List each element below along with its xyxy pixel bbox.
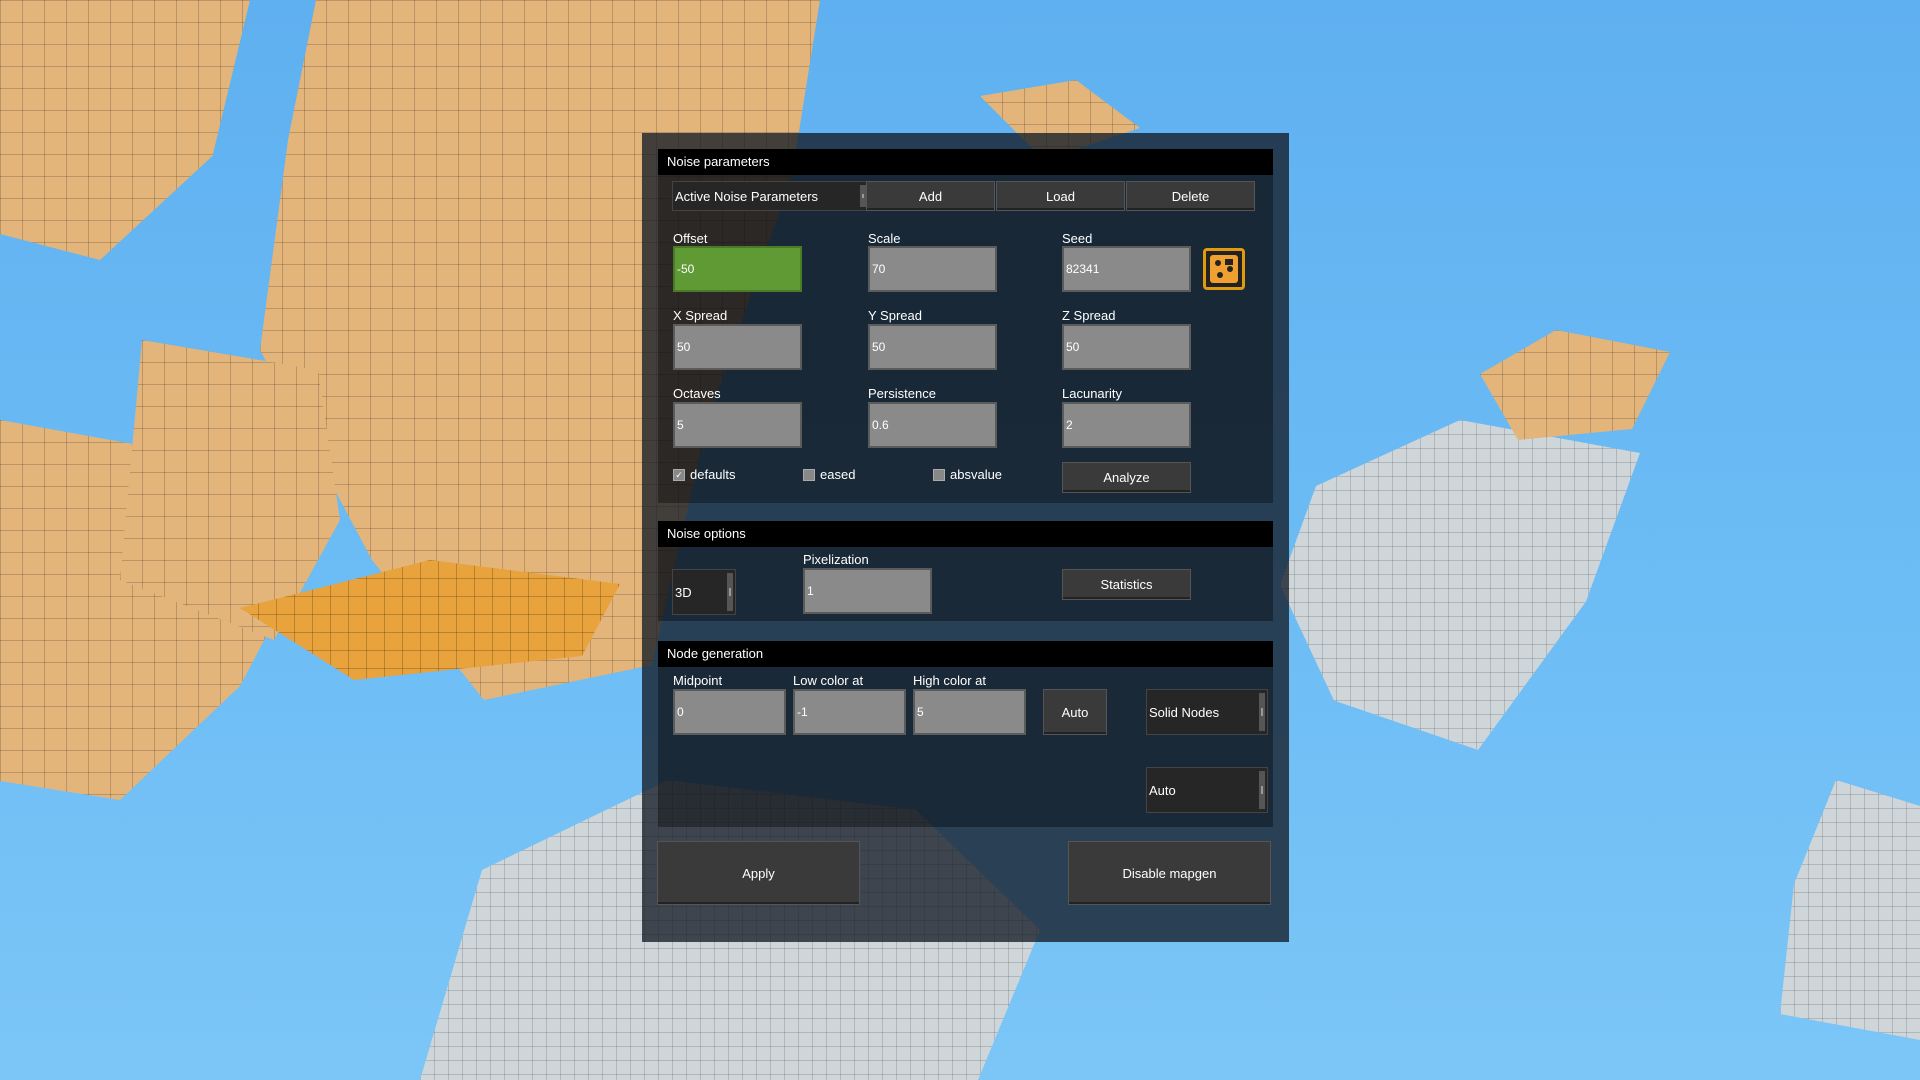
pixelization-label: Pixelization bbox=[803, 552, 869, 567]
low-color-label: Low color at bbox=[793, 673, 864, 688]
disable-mapgen-button[interactable]: Disable mapgen bbox=[1068, 841, 1271, 905]
high-color-field[interactable] bbox=[913, 689, 1026, 735]
add-button[interactable]: Add bbox=[866, 181, 995, 211]
noise-options-section: Noise options 3D Pixelization Statistics bbox=[658, 521, 1273, 621]
select-value: Auto bbox=[1149, 782, 1176, 798]
persistence-field[interactable] bbox=[868, 402, 997, 448]
y-spread-label: Y Spread bbox=[868, 308, 922, 323]
defaults-checkbox[interactable]: ✓ defaults bbox=[673, 467, 736, 482]
checkbox-box-checked[interactable]: ✓ bbox=[673, 468, 685, 481]
checkbox-label: absvalue bbox=[950, 467, 1003, 482]
delete-button[interactable]: Delete bbox=[1126, 181, 1255, 211]
section-header: Noise parameters bbox=[658, 149, 1273, 175]
dimension-select[interactable]: 3D bbox=[672, 569, 736, 615]
offset-label: Offset bbox=[673, 231, 708, 246]
statistics-button[interactable]: Statistics bbox=[1062, 569, 1191, 600]
scrollbar[interactable] bbox=[727, 573, 733, 611]
lacunarity-field[interactable] bbox=[1062, 402, 1191, 448]
octaves-label: Octaves bbox=[673, 386, 721, 401]
scrollbar[interactable] bbox=[1259, 693, 1265, 731]
select-value: 3D bbox=[675, 584, 692, 600]
midpoint-field[interactable] bbox=[673, 689, 786, 735]
midpoint-label: Midpoint bbox=[673, 673, 723, 688]
offset-field[interactable] bbox=[673, 246, 802, 292]
high-color-label: High color at bbox=[913, 673, 986, 688]
checkbox-label: defaults bbox=[690, 467, 736, 482]
dice-icon[interactable] bbox=[1203, 248, 1245, 290]
section-header: Noise options bbox=[658, 521, 1273, 547]
select-value: Solid Nodes bbox=[1149, 704, 1220, 720]
checkbox-box[interactable] bbox=[933, 468, 945, 481]
noise-dialog: Noise parameters Active Noise Parameters… bbox=[642, 133, 1289, 942]
x-spread-label: X Spread bbox=[673, 308, 728, 323]
noise-parameters-section: Noise parameters Active Noise Parameters… bbox=[658, 149, 1273, 503]
y-spread-field[interactable] bbox=[868, 324, 997, 370]
seed-label: Seed bbox=[1062, 231, 1093, 246]
seed-field[interactable] bbox=[1062, 246, 1191, 292]
active-noise-params-select[interactable]: Active Noise Parameters bbox=[672, 181, 869, 211]
auto-button[interactable]: Auto bbox=[1043, 689, 1107, 735]
octaves-field[interactable] bbox=[673, 402, 802, 448]
checkbox-box[interactable] bbox=[803, 468, 815, 481]
persistence-label: Persistence bbox=[868, 386, 936, 401]
scrollbar[interactable] bbox=[1259, 771, 1265, 809]
load-button[interactable]: Load bbox=[996, 181, 1125, 211]
z-spread-field[interactable] bbox=[1062, 324, 1191, 370]
checkbox-label: eased bbox=[820, 467, 856, 482]
eased-checkbox[interactable]: eased bbox=[803, 467, 855, 482]
dice-icon-graphic bbox=[1210, 255, 1238, 283]
section-header: Node generation bbox=[658, 641, 1273, 667]
select-value: Active Noise Parameters bbox=[675, 188, 819, 204]
pixelization-field[interactable] bbox=[803, 568, 932, 614]
scale-field[interactable] bbox=[868, 246, 997, 292]
lacunarity-label: Lacunarity bbox=[1062, 386, 1122, 401]
node-generation-section: Node generation Midpoint Low color at Hi… bbox=[658, 641, 1273, 827]
x-spread-field[interactable] bbox=[673, 324, 802, 370]
apply-button[interactable]: Apply bbox=[657, 841, 860, 905]
color-mode-select[interactable]: Auto bbox=[1146, 767, 1268, 813]
scale-label: Scale bbox=[868, 231, 901, 246]
node-type-select[interactable]: Solid Nodes bbox=[1146, 689, 1268, 735]
low-color-field[interactable] bbox=[793, 689, 906, 735]
absvalue-checkbox[interactable]: absvalue bbox=[933, 467, 1002, 482]
z-spread-label: Z Spread bbox=[1062, 308, 1116, 323]
analyze-button[interactable]: Analyze bbox=[1062, 462, 1191, 493]
